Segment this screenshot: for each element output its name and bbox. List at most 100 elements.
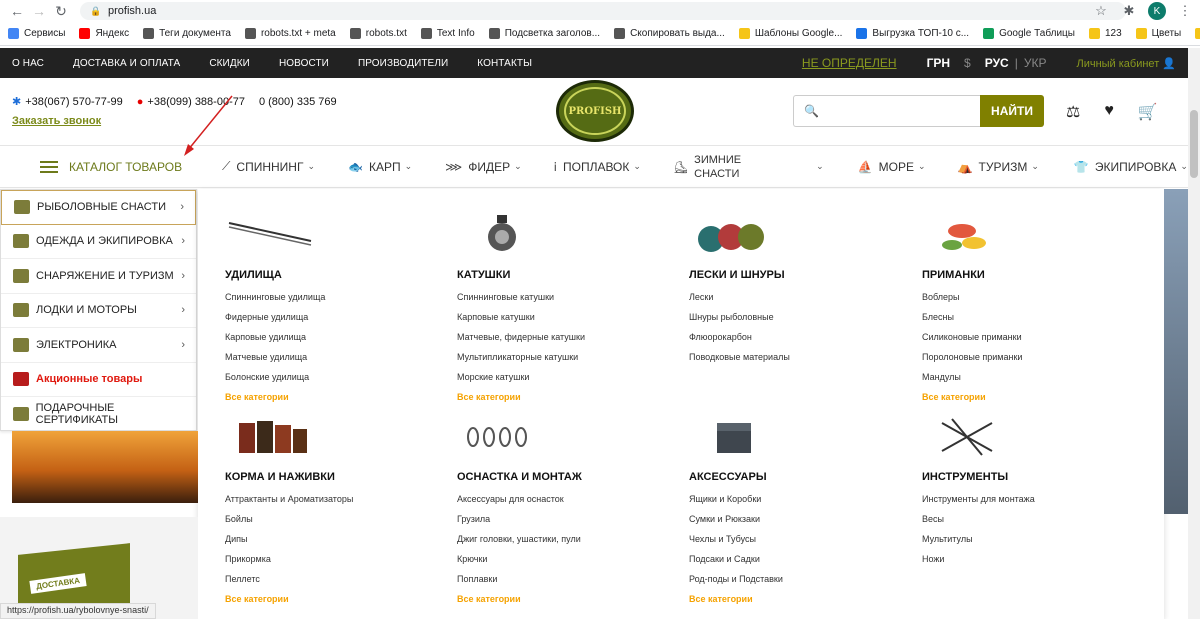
back-icon[interactable]: ←	[6, 0, 28, 22]
category-image[interactable]	[225, 213, 445, 257]
bookmark-item[interactable]: robots.txt	[349, 28, 407, 39]
catalog-menu-item[interactable]: ЛОДКИ И МОТОРЫ ›	[1, 294, 196, 328]
top-nav-link[interactable]: О НАС	[12, 58, 44, 69]
mega-column-title[interactable]: ПРИМАНКИ	[922, 269, 1142, 281]
mega-link[interactable]: Инструменты для монтажа	[922, 494, 1142, 504]
mega-link[interactable]: Карповые катушки	[457, 312, 677, 322]
mega-link[interactable]: Бойлы	[225, 514, 445, 524]
bookmark-item[interactable]: Выгрузка ТОП-10 с...	[856, 28, 969, 39]
forward-icon[interactable]: →	[28, 0, 50, 22]
category-item[interactable]: ⋙ ФИДЕР ⌄	[445, 160, 522, 174]
bookmark-item[interactable]: Скопировать выда...	[614, 28, 725, 39]
site-logo[interactable]: PROFISH	[556, 80, 634, 142]
menu-icon[interactable]: ⋮	[1176, 2, 1194, 20]
search-input[interactable]: 🔍	[793, 95, 980, 127]
category-item[interactable]: ⅰ ПОПЛАВОК ⌄	[554, 160, 641, 174]
mega-link[interactable]: Сумки и Рюкзаки	[689, 514, 909, 524]
mega-link[interactable]: Фидерные удилища	[225, 312, 445, 322]
mega-link[interactable]: Крючки	[457, 554, 677, 564]
category-image[interactable]	[689, 213, 909, 257]
category-item[interactable]: ⛸ ЗИМНИЕ СНАСТИ ⌄	[673, 153, 824, 181]
address-bar[interactable]: 🔒 profish.ua	[80, 2, 1126, 20]
catalog-button[interactable]: КАТАЛОГ ТОВАРОВ	[40, 160, 222, 174]
bookmark-item[interactable]: 123	[1088, 28, 1122, 39]
catalog-menu-item[interactable]: СНАРЯЖЕНИЕ И ТУРИЗМ ›	[1, 259, 196, 294]
all-categories-link[interactable]: Все категории	[457, 392, 677, 402]
mega-column-title[interactable]: ОСНАСТКА И МОНТАЖ	[457, 471, 677, 483]
top-nav-link[interactable]: СКИДКИ	[209, 58, 250, 69]
mega-link[interactable]: Мандулы	[922, 372, 1142, 382]
lang-ua[interactable]: УКР	[1024, 56, 1047, 70]
bookmark-item[interactable]: robots.txt + meta	[244, 28, 336, 39]
mega-link[interactable]: Прикормка	[225, 554, 445, 564]
mega-column-title[interactable]: КАТУШКИ	[457, 269, 677, 281]
bookmark-item[interactable]: Шаблоны Google...	[738, 28, 842, 39]
bookmark-item[interactable]: Сервисы	[8, 28, 65, 39]
search-button[interactable]: НАЙТИ	[980, 95, 1044, 127]
mega-column-title[interactable]: АКСЕССУАРЫ	[689, 471, 909, 483]
compare-icon[interactable]: ⚖	[1066, 102, 1080, 122]
category-item[interactable]: 👕 ЭКИПИРОВКА ⌄	[1074, 160, 1188, 174]
mega-link[interactable]: Карповые удилища	[225, 332, 445, 342]
mega-link[interactable]: Род-поды и Подставки	[689, 574, 909, 584]
category-item[interactable]: ⛺ ТУРИЗМ ⌄	[958, 160, 1039, 174]
mega-link[interactable]: Весы	[922, 514, 1142, 524]
mega-link[interactable]: Поводковые материалы	[689, 352, 909, 362]
currency-uah[interactable]: ГРН	[927, 56, 950, 70]
top-nav-link[interactable]: КОНТАКТЫ	[477, 58, 532, 69]
category-image[interactable]	[225, 415, 445, 459]
mega-link[interactable]: Силиконовые приманки	[922, 332, 1142, 342]
catalog-menu-item[interactable]: Акционные товары	[1, 363, 196, 397]
scrollbar[interactable]	[1188, 48, 1200, 619]
mega-link[interactable]: Матчевые, фидерные катушки	[457, 332, 677, 342]
bookmark-item[interactable]: Text Info	[420, 28, 475, 39]
category-image[interactable]	[457, 213, 677, 257]
all-categories-link[interactable]: Все категории	[689, 594, 909, 604]
mega-link[interactable]: Блесны	[922, 312, 1142, 322]
mega-link[interactable]: Подсаки и Садки	[689, 554, 909, 564]
category-image[interactable]	[689, 415, 909, 459]
mega-link[interactable]: Дипы	[225, 534, 445, 544]
category-image[interactable]	[922, 415, 1142, 459]
mega-link[interactable]: Спиннинговые удилища	[225, 292, 445, 302]
cart-icon[interactable]: 🛒	[1138, 102, 1158, 122]
mega-link[interactable]: Аттрактанты и Ароматизаторы	[225, 494, 445, 504]
city-selector[interactable]: НЕ ОПРЕДЕЛЕН	[802, 56, 897, 70]
all-categories-link[interactable]: Все категории	[457, 594, 677, 604]
bookmark-item[interactable]: Подсветка заголов...	[488, 28, 600, 39]
bookmark-item[interactable]: Google Таблицы	[983, 28, 1075, 39]
lang-ru[interactable]: РУС	[985, 56, 1009, 70]
mega-link[interactable]: Чехлы и Тубусы	[689, 534, 909, 544]
mega-link[interactable]: Мультитулы	[922, 534, 1142, 544]
all-categories-link[interactable]: Все категории	[922, 392, 1142, 402]
mega-column-title[interactable]: КОРМА И НАЖИВКИ	[225, 471, 445, 483]
bookmark-item[interactable]: Теги документа	[143, 28, 231, 39]
category-item[interactable]: ⟋ СПИННИНГ ⌄	[222, 159, 315, 174]
mega-link[interactable]: Ящики и Коробки	[689, 494, 909, 504]
mega-link[interactable]: Матчевые удилища	[225, 352, 445, 362]
top-nav-link[interactable]: ДОСТАВКА И ОПЛАТА	[73, 58, 180, 69]
top-nav-link[interactable]: ПРОИЗВОДИТЕЛИ	[358, 58, 448, 69]
currency-usd[interactable]: $	[964, 56, 971, 70]
star-icon[interactable]: ☆	[1092, 2, 1110, 20]
extensions-icon[interactable]: ✱	[1120, 2, 1138, 20]
mega-column-title[interactable]: ЛЕСКИ И ШНУРЫ	[689, 269, 909, 281]
mega-link[interactable]: Воблеры	[922, 292, 1142, 302]
mega-link[interactable]: Морские катушки	[457, 372, 677, 382]
mega-column-title[interactable]: УДИЛИЩА	[225, 269, 445, 281]
category-item[interactable]: 🐟 КАРП ⌄	[348, 160, 412, 174]
mega-link[interactable]: Пеллетс	[225, 574, 445, 584]
top-nav-link[interactable]: НОВОСТИ	[279, 58, 329, 69]
all-categories-link[interactable]: Все категории	[225, 392, 445, 402]
catalog-menu-item[interactable]: ЭЛЕКТРОНИКА ›	[1, 328, 196, 363]
mega-link[interactable]: Флюорокарбон	[689, 332, 909, 342]
catalog-menu-item[interactable]: ОДЕЖДА И ЭКИПИРОВКА ›	[1, 225, 196, 259]
bookmark-item[interactable]: Цветы	[1135, 28, 1181, 39]
mega-link[interactable]: Грузила	[457, 514, 677, 524]
mega-link[interactable]: Болонские удилища	[225, 372, 445, 382]
mega-link[interactable]: Шнуры рыболовные	[689, 312, 909, 322]
cabinet-link[interactable]: Личный кабинет 👤	[1076, 57, 1176, 70]
profile-avatar[interactable]: K	[1148, 2, 1166, 20]
category-item[interactable]: ⛵ МОРЕ ⌄	[858, 160, 926, 174]
catalog-menu-item[interactable]: ПОДАРОЧНЫЕ СЕРТИФИКАТЫ	[1, 397, 196, 432]
